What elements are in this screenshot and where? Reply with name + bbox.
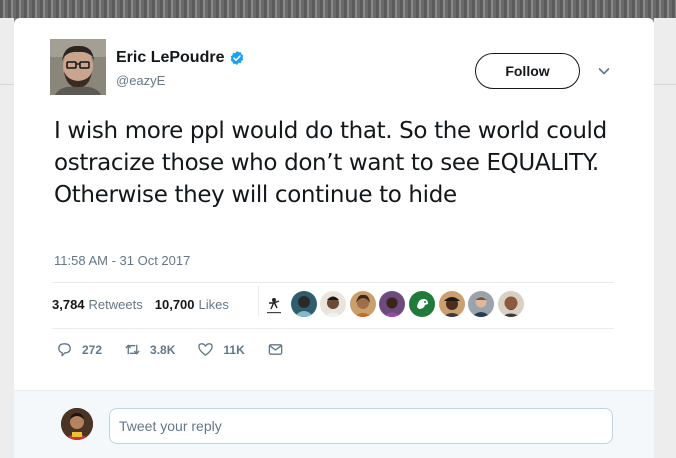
liker-avatar[interactable] (468, 291, 495, 317)
likes-label: Likes (198, 297, 229, 312)
retweets-count: 3,784 (52, 297, 85, 312)
liker-avatar[interactable] (497, 291, 524, 317)
reply-bar (14, 390, 654, 458)
reply-action[interactable]: 272 (56, 341, 102, 358)
stats-separator (258, 286, 259, 316)
reply-input[interactable] (109, 408, 613, 444)
liker-avatar[interactable] (438, 291, 465, 317)
author-name[interactable]: Eric LePoudre (116, 49, 224, 67)
engagement-stats: 3,784 Retweets 10,700 Likes (52, 297, 229, 312)
verified-badge-icon (231, 51, 244, 65)
chevron-down-icon[interactable] (597, 64, 611, 78)
like-count: 11K (223, 342, 245, 357)
current-user-avatar[interactable] (61, 408, 93, 440)
liker-avatars (261, 291, 527, 317)
follow-button[interactable]: Follow (475, 53, 580, 89)
liker-avatar[interactable] (379, 291, 406, 317)
liker-avatar[interactable] (290, 291, 317, 317)
background-left (0, 18, 14, 458)
author-name-row: Eric LePoudre (116, 49, 245, 67)
background-right (654, 18, 676, 458)
like-icon (198, 343, 214, 356)
liker-avatar[interactable] (408, 291, 435, 317)
direct-message-action[interactable] (267, 341, 293, 358)
reply-icon (58, 343, 71, 357)
tweet-text: I wish more ppl would do that. So the wo… (54, 118, 607, 208)
divider-bottom (52, 328, 614, 329)
liker-avatar[interactable] (320, 291, 347, 317)
tweet-timestamp[interactable]: 11:58 AM - 31 Oct 2017 (54, 253, 190, 268)
tweet-actions: 272 3.8K 11K (56, 341, 315, 358)
divider-top (52, 282, 614, 283)
reply-count: 272 (82, 342, 103, 357)
retweet-count: 3.8K (150, 342, 176, 357)
background-strip (0, 0, 676, 18)
likes-stat[interactable]: 10,700 Likes (155, 297, 229, 312)
liker-avatar[interactable] (349, 291, 376, 317)
direct-message-icon (268, 344, 283, 355)
like-action[interactable]: 11K (197, 341, 245, 358)
tweet-card: Eric LePoudre @eazyE Follow I wish more … (14, 18, 654, 458)
author-avatar[interactable] (50, 39, 106, 95)
author-handle[interactable]: @eazyE (116, 73, 165, 88)
retweets-stat[interactable]: 3,784 Retweets (52, 297, 143, 312)
retweet-action[interactable]: 3.8K (124, 341, 175, 358)
liker-avatar[interactable] (261, 291, 287, 317)
likes-count: 10,700 (154, 297, 195, 312)
retweets-label: Retweets (88, 297, 143, 312)
retweet-icon (125, 344, 140, 355)
